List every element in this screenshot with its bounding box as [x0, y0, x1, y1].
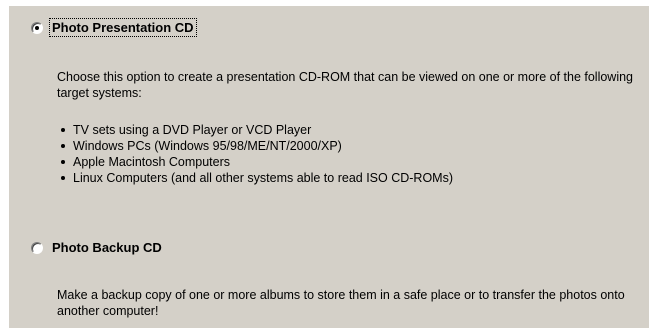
photo-backup-cd-label[interactable]: Photo Backup CD: [51, 240, 163, 255]
photo-presentation-cd-label[interactable]: Photo Presentation CD: [49, 18, 197, 37]
bullet-icon: [61, 144, 65, 148]
photo-presentation-cd-radio[interactable]: Photo Presentation CD: [31, 18, 197, 37]
photo-presentation-cd-description: Choose this option to create a presentat…: [57, 70, 634, 100]
bullet-icon: [61, 176, 65, 180]
photo-backup-cd-radio[interactable]: Photo Backup CD: [31, 240, 163, 255]
target-systems-list: TV sets using a DVD Player or VCD Player…: [57, 122, 453, 186]
list-item: Windows PCs (Windows 95/98/ME/NT/2000/XP…: [57, 138, 453, 154]
bullet-icon: [61, 128, 65, 132]
list-item: TV sets using a DVD Player or VCD Player: [57, 122, 453, 138]
bullet-icon: [61, 160, 65, 164]
list-item: Apple Macintosh Computers: [57, 154, 453, 170]
list-item: Linux Computers (and all other systems a…: [57, 170, 453, 186]
radio-selected-icon[interactable]: [31, 21, 43, 34]
cd-type-panel: Photo Presentation CD Choose this option…: [9, 6, 649, 328]
photo-backup-cd-description: Make a backup copy of one or more albums…: [57, 288, 625, 318]
radio-unselected-icon[interactable]: [31, 241, 43, 254]
